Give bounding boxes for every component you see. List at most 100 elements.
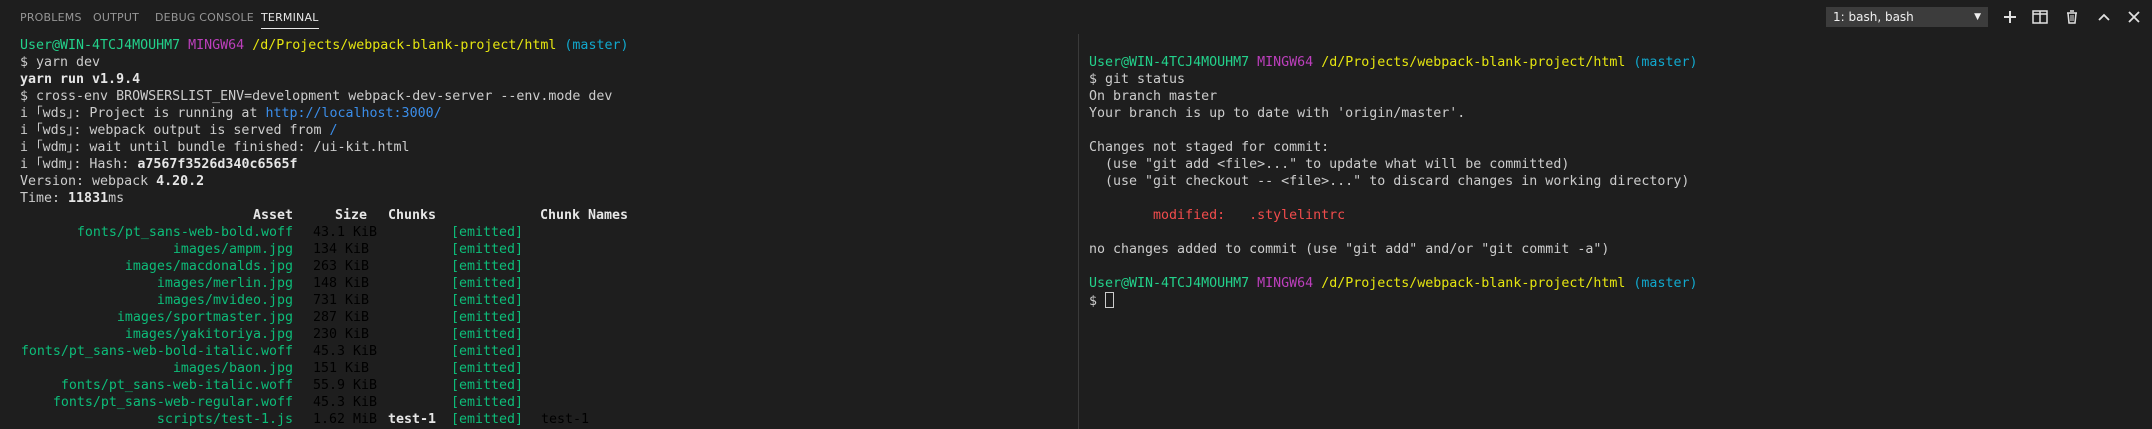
terminal-pane-left[interactable]: User@WIN-4TCJ4MOUHM7 MINGW64 /d/Projects…	[20, 37, 1060, 428]
prompt-line: User@WIN-4TCJ4MOUHM7 MINGW64 /d/Projects…	[1089, 54, 2129, 71]
tab-output[interactable]: OUTPUT	[93, 11, 139, 24]
table-row: fonts/pt_sans-web-regular.woff 45.3 KiB [e…	[20, 394, 1060, 411]
asset-size: 1.62 MiB	[313, 412, 378, 427]
table-row: images/macdonalds.jpg 263 KiB [emitted]	[20, 258, 1060, 275]
close-icon[interactable]	[2124, 7, 2144, 27]
time-line: Time: 11831ms	[20, 190, 1060, 207]
tab-terminal[interactable]: TERMINAL	[261, 11, 319, 29]
asset-status: [emitted]	[451, 361, 524, 376]
active-tab-underline	[261, 28, 319, 29]
asset-chunks: test-1	[388, 412, 437, 427]
tab-debug-console[interactable]: DEBUG CONSOLE	[155, 11, 254, 24]
tab-terminal-label: TERMINAL	[261, 11, 319, 24]
version-line: Version: webpack 4.20.2	[20, 173, 1060, 190]
asset-size: 230 KiB	[313, 327, 370, 342]
asset-size: 263 KiB	[313, 259, 370, 274]
table-row: images/ampm.jpg 134 KiB [emitted]	[20, 241, 1060, 258]
prompt-char: $	[1089, 294, 1106, 309]
asset-status: [emitted]	[451, 395, 524, 410]
webpack-version: 4.20.2	[156, 174, 205, 189]
table-row: scripts/test-1.js 1.62 MiB test-1 [emitted]…	[20, 411, 1060, 428]
time-unit: ms	[108, 191, 125, 206]
wds-log-line: i ｢wds｣: webpack output is served from /	[20, 122, 1060, 139]
command-line: $ yarn dev	[20, 55, 101, 70]
asset-size: 134 KiB	[313, 242, 370, 257]
dev-server-link[interactable]: http://localhost:3000/	[265, 106, 441, 121]
prompt-path: /d/Projects/webpack-blank-project/html	[1321, 276, 1626, 291]
command-line: $ cross-env BROWSERSLIST_ENV=development…	[20, 89, 613, 104]
build-time: 11831	[68, 191, 109, 206]
terminal-select-value: 1: bash, bash	[1833, 10, 1914, 24]
asset-table-header: Asset Size Chunks Chunk Names	[20, 207, 1060, 224]
prompt-line: User@WIN-4TCJ4MOUHM7 MINGW64 /d/Projects…	[1089, 275, 2129, 292]
asset-status: [emitted]	[451, 259, 524, 274]
asset-size: 45.3 KiB	[313, 395, 378, 410]
asset-name: fonts/pt_sans-web-regular.woff	[52, 395, 293, 410]
log-text: i ｢wds｣: Project is running at	[20, 106, 266, 121]
asset-name: images/macdonalds.jpg	[124, 259, 293, 274]
output-line: (use "git add <file>..." to update what …	[1089, 157, 1570, 172]
table-row: images/merlin.jpg 148 KiB [emitted]	[20, 275, 1060, 292]
output-line: Your branch is up to date with 'origin/m…	[1089, 106, 1466, 121]
modified-label: modified:	[1089, 208, 1250, 223]
panel-tab-bar: PROBLEMS OUTPUT DEBUG CONSOLE TERMINAL 1…	[0, 0, 2152, 34]
asset-name: images/merlin.jpg	[156, 276, 293, 291]
terminal-cursor	[1105, 292, 1115, 308]
asset-name: fonts/pt_sans-web-italic.woff	[60, 378, 293, 393]
terminal-pane-right[interactable]: User@WIN-4TCJ4MOUHM7 MINGW64 /d/Projects…	[1089, 54, 2129, 309]
prompt-shell: MINGW64	[188, 38, 245, 53]
terminal-select[interactable]: 1: bash, bash ▼	[1826, 7, 1988, 27]
header-chunks: Chunks	[388, 208, 437, 223]
table-row: fonts/pt_sans-web-bold.woff 43.1 KiB [emit…	[20, 224, 1060, 241]
asset-chunk-names: test-1	[541, 412, 590, 427]
asset-name: images/yakitoriya.jpg	[124, 327, 293, 342]
asset-name: images/mvideo.jpg	[156, 293, 293, 308]
asset-size: 55.9 KiB	[313, 378, 378, 393]
tab-problems[interactable]: PROBLEMS	[20, 11, 82, 24]
pane-divider[interactable]	[1078, 34, 1079, 429]
asset-status: [emitted]	[451, 276, 524, 291]
asset-size: 43.1 KiB	[313, 225, 378, 240]
asset-size: 287 KiB	[313, 310, 370, 325]
log-text: Version: webpack	[20, 174, 157, 189]
asset-name: fonts/pt_sans-web-bold-italic.woff	[20, 344, 293, 359]
asset-size: 45.3 KiB	[313, 344, 378, 359]
prompt-user: User@WIN-4TCJ4MOUHM7	[20, 38, 181, 53]
prompt-branch: (master)	[1633, 55, 1698, 70]
table-row: fonts/pt_sans-web-italic.woff 55.9 KiB [em…	[20, 377, 1060, 394]
asset-status: [emitted]	[451, 242, 524, 257]
table-row: images/sportmaster.jpg 287 KiB [emitted]	[20, 309, 1060, 326]
output-line: Changes not staged for commit:	[1089, 140, 1330, 155]
asset-status: [emitted]	[451, 344, 524, 359]
log-text: Time:	[20, 191, 69, 206]
input-line[interactable]: $	[1089, 292, 2129, 309]
asset-status: [emitted]	[451, 310, 524, 325]
chevron-up-icon[interactable]	[2094, 7, 2114, 27]
wdm-log-line: i ｢wdm｣: wait until bundle finished: /ui…	[20, 140, 410, 155]
trash-icon[interactable]	[2062, 7, 2082, 27]
prompt-branch: (master)	[1633, 276, 1698, 291]
asset-size: 148 KiB	[313, 276, 370, 291]
prompt-branch: (master)	[564, 38, 629, 53]
table-row: images/yakitoriya.jpg 230 KiB [emitted]	[20, 326, 1060, 343]
plus-icon[interactable]	[2000, 7, 2020, 27]
prompt-path: /d/Projects/webpack-blank-project/html	[252, 38, 557, 53]
asset-status: [emitted]	[451, 293, 524, 308]
output-line: (use "git checkout -- <file>..." to disc…	[1089, 174, 1690, 189]
chevron-down-icon: ▼	[1974, 12, 1981, 22]
prompt-user: User@WIN-4TCJ4MOUHM7	[1089, 276, 1250, 291]
log-text: i ｢wdm｣: Hash:	[20, 157, 138, 172]
asset-name: images/sportmaster.jpg	[116, 310, 293, 325]
asset-size: 151 KiB	[313, 361, 370, 376]
prompt-shell: MINGW64	[1257, 55, 1314, 70]
asset-status: [emitted]	[451, 225, 524, 240]
header-asset: Asset	[252, 208, 293, 223]
asset-status: [emitted]	[451, 378, 524, 393]
split-icon[interactable]	[2030, 7, 2050, 27]
prompt-line: User@WIN-4TCJ4MOUHM7 MINGW64 /d/Projects…	[20, 37, 1060, 54]
command-line: $ git status	[1089, 72, 1186, 87]
build-hash: a7567f3526d340c6565f	[137, 157, 298, 172]
asset-name: scripts/test-1.js	[156, 412, 293, 427]
